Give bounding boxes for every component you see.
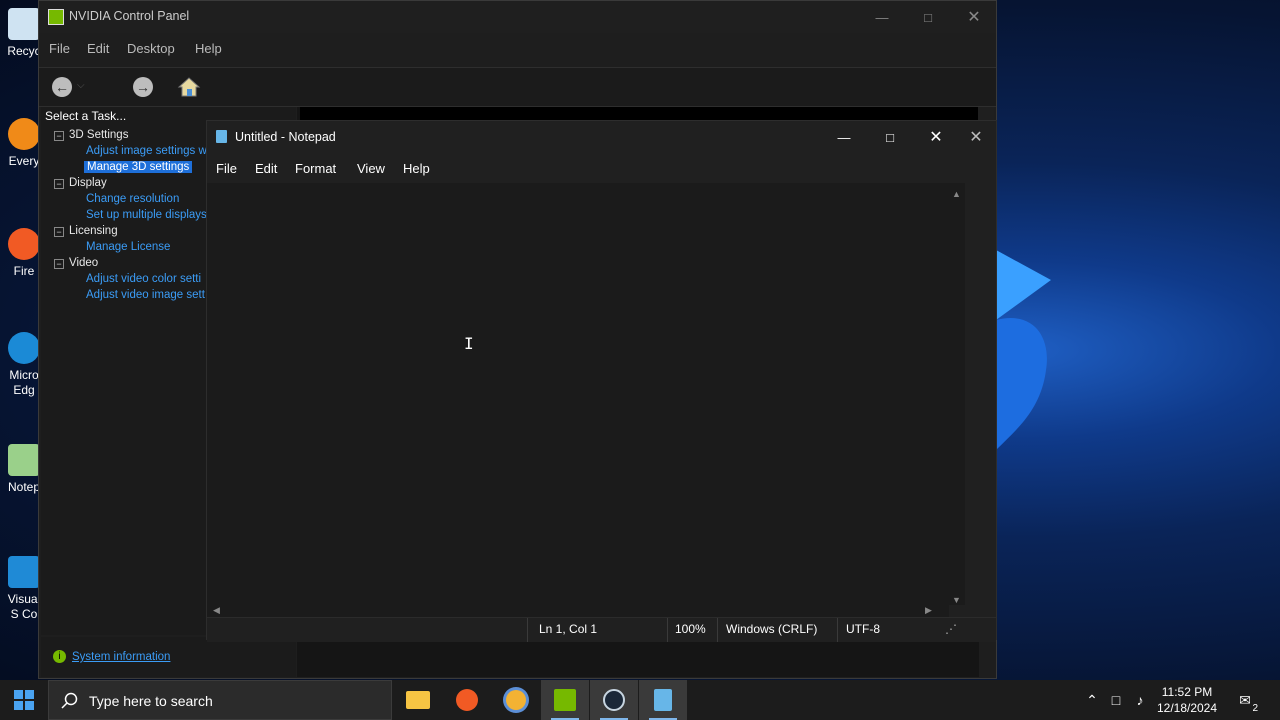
notepad-window: Untitled - Notepad — □ ✕ ✕ File Edit For… bbox=[206, 120, 997, 642]
nvidia-icon bbox=[554, 689, 576, 711]
notepad-window-title: Untitled - Notepad bbox=[235, 130, 336, 144]
notepad-minimize-button[interactable]: — bbox=[821, 121, 867, 153]
nvidia-title-bar[interactable]: NVIDIA Control Panel — □ ✕ bbox=[39, 1, 996, 33]
tree-category-3d-settings[interactable]: 3D Settings bbox=[69, 129, 128, 141]
taskbar-steam[interactable] bbox=[590, 680, 638, 720]
tree-item-multiple-displays[interactable]: Set up multiple displays bbox=[86, 209, 207, 221]
collapse-icon[interactable]: − bbox=[54, 131, 64, 141]
nvidia-menu-file[interactable]: File bbox=[49, 41, 70, 56]
recycle-bin-icon bbox=[8, 8, 40, 40]
volume-icon[interactable]: ♪ bbox=[1130, 680, 1150, 720]
nvidia-menu-help[interactable]: Help bbox=[195, 41, 222, 56]
firefox-icon bbox=[456, 689, 478, 711]
notification-center-icon[interactable]: ✉ 2 bbox=[1234, 680, 1258, 720]
taskbar: Type here to search ⌃ □ ♪ 11:52 PM 12/18… bbox=[0, 680, 1280, 720]
scroll-up-icon[interactable]: ▲ bbox=[952, 189, 961, 199]
tree-item-manage-3d-settings[interactable]: Manage 3D settings bbox=[84, 161, 193, 173]
tree-category-display[interactable]: Display bbox=[69, 177, 107, 189]
windows-logo-wallpaper bbox=[996, 250, 1051, 450]
notepad-title-bar[interactable]: Untitled - Notepad — □ ✕ ✕ bbox=[207, 121, 996, 153]
system-info-bar: i System information bbox=[41, 637, 296, 677]
steam-icon bbox=[603, 689, 625, 711]
i-beam-cursor-icon: I bbox=[464, 334, 474, 353]
tree-category-licensing[interactable]: Licensing bbox=[69, 225, 118, 237]
tree-category-video[interactable]: Video bbox=[69, 257, 98, 269]
tree-item-video-color[interactable]: Adjust video color setti bbox=[86, 273, 201, 285]
info-icon: i bbox=[53, 650, 66, 663]
network-icon[interactable]: □ bbox=[1106, 680, 1126, 720]
nvidia-menu-edit[interactable]: Edit bbox=[87, 41, 109, 56]
search-icon bbox=[61, 692, 78, 709]
clock-date: 12/18/2024 bbox=[1156, 701, 1218, 715]
settings-sun-icon bbox=[506, 690, 526, 710]
nvidia-close-button[interactable]: ✕ bbox=[951, 1, 997, 33]
notepad-icon bbox=[654, 689, 672, 711]
taskbar-firefox[interactable] bbox=[443, 680, 491, 720]
line-ending: Windows (CRLF) bbox=[726, 622, 818, 636]
notepad-text-area[interactable] bbox=[207, 183, 949, 605]
everything-icon bbox=[8, 118, 40, 150]
home-icon[interactable] bbox=[177, 76, 201, 98]
zoom-level: 100% bbox=[675, 622, 706, 636]
vscode-icon bbox=[8, 556, 40, 588]
nvidia-maximize-button[interactable]: □ bbox=[905, 1, 951, 33]
tree-item-adjust-image-settings[interactable]: Adjust image settings w bbox=[86, 145, 207, 157]
tree-item-change-resolution[interactable]: Change resolution bbox=[86, 193, 179, 205]
notepad-menu-file[interactable]: File bbox=[216, 161, 237, 176]
start-button[interactable] bbox=[0, 680, 48, 720]
firefox-icon bbox=[8, 228, 40, 260]
tree-item-manage-license[interactable]: Manage License bbox=[86, 241, 170, 253]
scroll-down-icon[interactable]: ▼ bbox=[952, 595, 961, 605]
nvidia-close-button-behind[interactable]: ✕ bbox=[953, 121, 999, 153]
collapse-icon[interactable]: − bbox=[54, 227, 64, 237]
system-information-link[interactable]: System information bbox=[72, 651, 170, 663]
nvidia-window-title: NVIDIA Control Panel bbox=[69, 9, 190, 23]
forward-arrow-icon[interactable]: → bbox=[133, 77, 153, 97]
notepad-menu-format[interactable]: Format bbox=[295, 161, 336, 176]
notepad-menu-view[interactable]: View bbox=[357, 161, 385, 176]
scroll-left-icon[interactable]: ◀ bbox=[213, 605, 220, 616]
taskbar-nvidia[interactable] bbox=[541, 680, 589, 720]
nvidia-minimize-button[interactable]: — bbox=[859, 1, 905, 33]
notepad-menu-help[interactable]: Help bbox=[403, 161, 430, 176]
taskbar-settings-app[interactable] bbox=[492, 680, 540, 720]
nvidia-toolbar: ← ⌵ → bbox=[39, 67, 996, 107]
search-placeholder: Type here to search bbox=[89, 693, 213, 709]
back-arrow-icon[interactable]: ← bbox=[52, 77, 72, 97]
status-divider bbox=[667, 618, 668, 642]
status-divider bbox=[717, 618, 718, 642]
tree-item-video-image[interactable]: Adjust video image sett bbox=[86, 289, 205, 301]
notification-count: 2 bbox=[1252, 703, 1258, 714]
chevron-up-icon[interactable]: ⌃ bbox=[1082, 680, 1102, 720]
collapse-icon[interactable]: − bbox=[54, 259, 64, 269]
cursor-position: Ln 1, Col 1 bbox=[539, 622, 598, 636]
scroll-right-icon[interactable]: ▶ bbox=[925, 605, 932, 616]
back-dropdown[interactable]: ⌵ bbox=[77, 80, 113, 94]
resize-grip-icon[interactable]: ⋰ bbox=[945, 622, 957, 636]
status-divider bbox=[527, 618, 528, 642]
notepad-maximize-button[interactable]: □ bbox=[867, 121, 913, 153]
clock-time: 11:52 PM bbox=[1161, 685, 1213, 699]
taskbar-search-box[interactable]: Type here to search bbox=[48, 680, 392, 720]
task-panel-header: Select a Task... bbox=[45, 109, 127, 123]
nvidia-menu-desktop[interactable]: Desktop bbox=[127, 41, 175, 56]
notepad-icon bbox=[8, 444, 40, 476]
taskbar-file-explorer[interactable] bbox=[394, 680, 442, 720]
encoding: UTF-8 bbox=[846, 622, 880, 636]
notepad-vertical-scrollbar[interactable]: ▲ ▼ bbox=[949, 183, 965, 605]
notepad-status-bar: Ln 1, Col 1 100% Windows (CRLF) UTF-8 ⋰ bbox=[207, 617, 996, 642]
status-divider bbox=[837, 618, 838, 642]
collapse-icon[interactable]: − bbox=[54, 179, 64, 189]
system-clock[interactable]: 11:52 PM 12/18/2024 bbox=[1148, 684, 1226, 716]
file-explorer-icon bbox=[406, 691, 430, 709]
nvidia-app-icon bbox=[48, 9, 64, 25]
taskbar-notepad[interactable] bbox=[639, 680, 687, 720]
notepad-menu-edit[interactable]: Edit bbox=[255, 161, 277, 176]
windows-icon bbox=[14, 690, 34, 710]
notepad-app-icon bbox=[216, 130, 227, 143]
edge-icon bbox=[8, 332, 40, 364]
notepad-horizontal-scrollbar[interactable]: ◀ ▶ bbox=[207, 605, 949, 617]
